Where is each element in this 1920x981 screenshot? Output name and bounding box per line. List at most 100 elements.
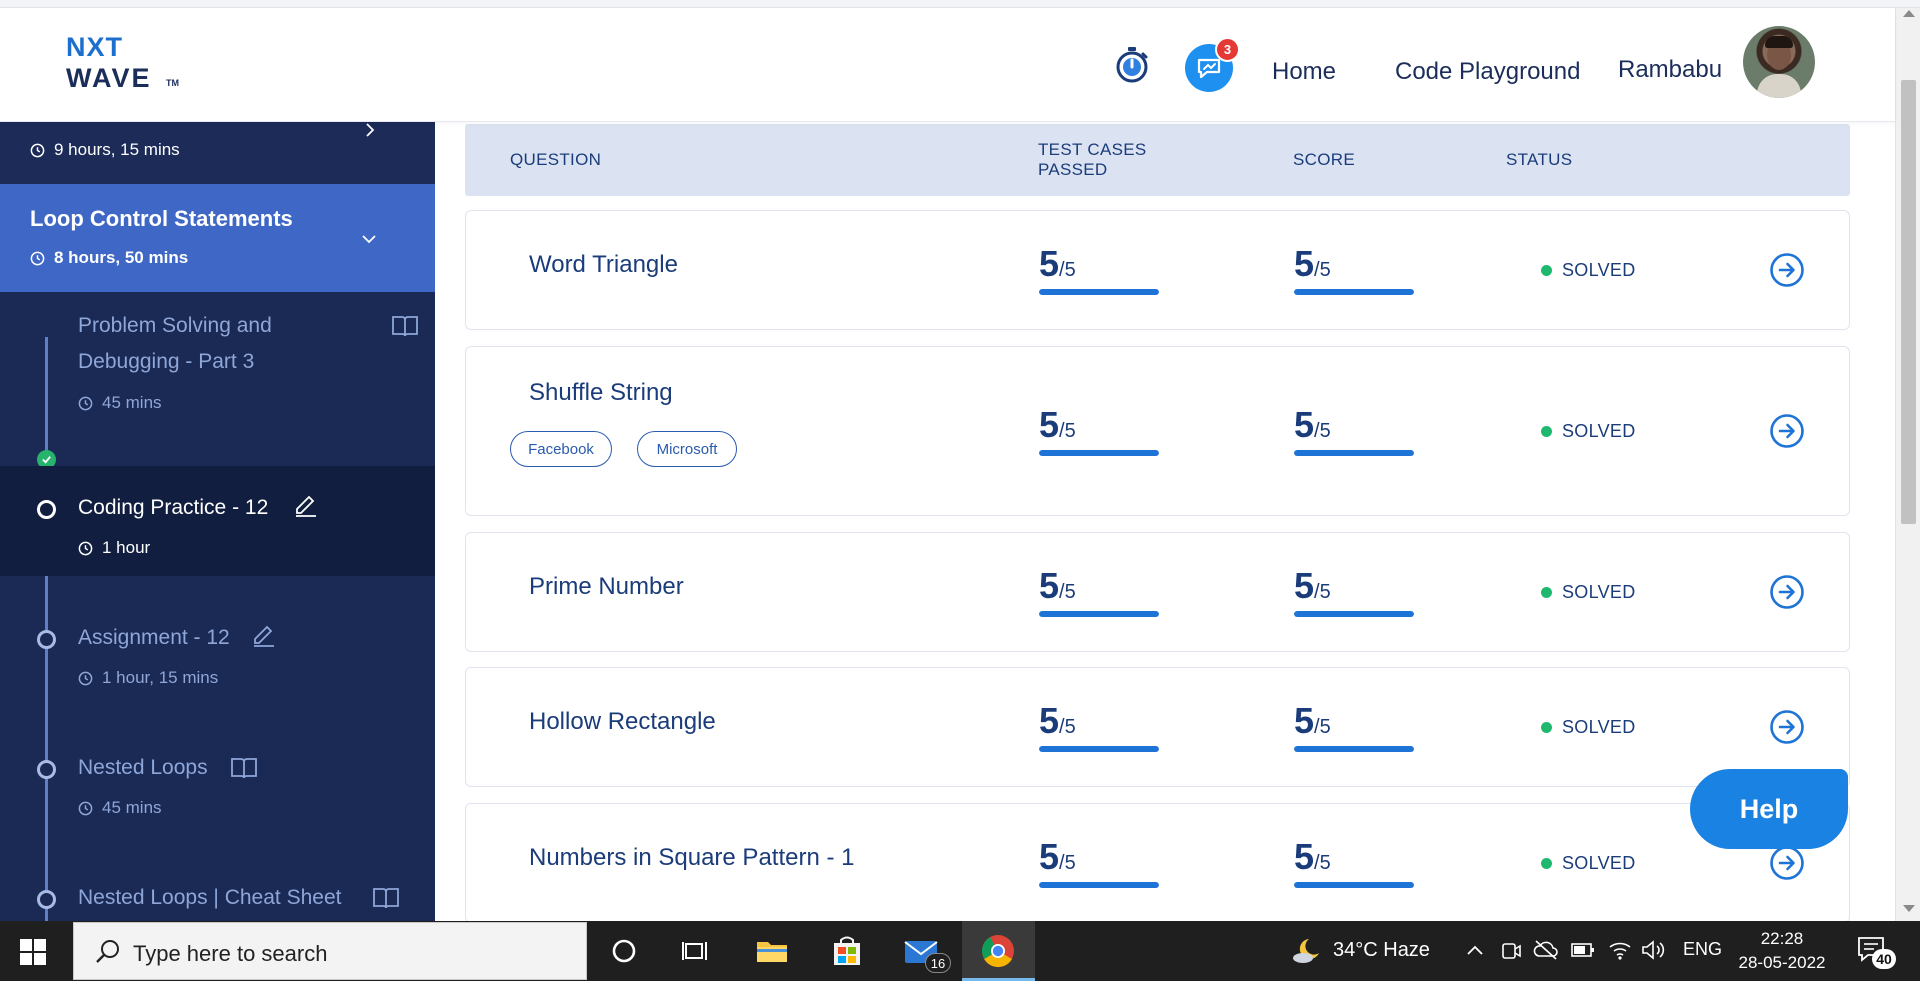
logo-trademark: TM bbox=[166, 78, 179, 88]
company-tag[interactable]: Facebook bbox=[510, 431, 612, 467]
company-tag[interactable]: Microsoft bbox=[637, 431, 737, 467]
stopwatch-icon[interactable] bbox=[1112, 45, 1152, 85]
question-title[interactable]: Prime Number bbox=[529, 573, 684, 601]
windows-start-icon[interactable] bbox=[20, 939, 46, 965]
user-name[interactable]: Rambabu bbox=[1618, 56, 1722, 84]
header-score: SCORE bbox=[1293, 150, 1355, 169]
questions-panel: QUESTION TEST CASES PASSED SCORE STATUS … bbox=[435, 122, 1895, 921]
sidebar-item-duration-text: 45 mins bbox=[102, 393, 162, 412]
microsoft-store-icon[interactable] bbox=[829, 933, 865, 969]
scroll-up-arrow[interactable] bbox=[1903, 10, 1915, 17]
sidebar-item-nested-loops-cheat-sheet[interactable]: Nested Loops | Cheat Sheet bbox=[0, 872, 435, 921]
volume-icon[interactable] bbox=[1640, 939, 1666, 961]
notification-count: 40 bbox=[1872, 949, 1896, 969]
chat-notifications-button[interactable]: 3 bbox=[1185, 37, 1240, 92]
taskbar-search-box[interactable]: Type here to search bbox=[73, 922, 587, 980]
clock-icon bbox=[78, 541, 93, 555]
wifi-icon[interactable] bbox=[1607, 939, 1633, 961]
nxtwave-logo[interactable]: NXT WAVE TM bbox=[66, 32, 186, 96]
open-question-arrow-icon[interactable] bbox=[1769, 574, 1805, 610]
app-window: NXT WAVE TM 3 Home Code Playground Ramba… bbox=[0, 0, 1920, 981]
taskbar-search-placeholder: Type here to search bbox=[133, 941, 328, 966]
open-question-arrow-icon[interactable] bbox=[1769, 413, 1805, 449]
question-title[interactable]: Hollow Rectangle bbox=[529, 708, 716, 736]
windows-taskbar: Type here to search 16 34°C Haze ENG 22:… bbox=[0, 921, 1920, 981]
sidebar-item-duration: 1 hour, 15 mins bbox=[78, 668, 218, 688]
scroll-thumb[interactable] bbox=[1901, 80, 1916, 524]
taskbar-weather[interactable]: 34°C Haze bbox=[1291, 935, 1430, 965]
open-question-arrow-icon[interactable] bbox=[1769, 845, 1805, 881]
score-progress-bar bbox=[1294, 882, 1414, 888]
test-cases-passed-value: 5 bbox=[1039, 565, 1060, 606]
onedrive-offline-icon[interactable] bbox=[1533, 939, 1559, 961]
open-question-arrow-icon[interactable] bbox=[1769, 252, 1805, 288]
status-badge: SOLVED bbox=[1541, 421, 1636, 442]
moon-cloud-icon bbox=[1293, 939, 1319, 963]
sidebar-item-duration-text: 1 hour bbox=[102, 538, 151, 557]
timeline-node-icon bbox=[37, 760, 56, 779]
score-progress-fill bbox=[1294, 746, 1414, 752]
sidebar-item-problem-solving[interactable]: Problem Solving and Debugging - Part 3 4… bbox=[0, 308, 435, 469]
clock-icon bbox=[30, 143, 45, 157]
question-row[interactable]: Hollow Rectangle 5/5 5/5 SOLVED bbox=[465, 667, 1850, 787]
score: 5/5 bbox=[1294, 836, 1414, 888]
sidebar-active-section[interactable]: Loop Control Statements 8 hours, 50 mins bbox=[0, 184, 435, 292]
file-explorer-icon[interactable] bbox=[754, 933, 790, 969]
question-title[interactable]: Numbers in Square Pattern - 1 bbox=[529, 844, 855, 872]
status-text: SOLVED bbox=[1562, 717, 1636, 737]
mail-app-icon[interactable]: 16 bbox=[903, 933, 951, 973]
notification-center-button[interactable]: 40 bbox=[1856, 935, 1896, 971]
sidebar-item-title: Coding Practice - 12 bbox=[78, 496, 269, 519]
user-avatar[interactable] bbox=[1743, 26, 1815, 98]
clock-icon bbox=[78, 801, 93, 815]
scroll-down-arrow[interactable] bbox=[1903, 905, 1915, 912]
status-text: SOLVED bbox=[1562, 582, 1636, 602]
chrome-taskbar-button[interactable] bbox=[962, 921, 1035, 981]
question-row[interactable]: Prime Number 5/5 5/5 SOLVED bbox=[465, 532, 1850, 652]
test-cases-passed-value: 5 bbox=[1039, 243, 1060, 284]
meet-now-icon[interactable] bbox=[1500, 939, 1522, 963]
cortana-icon[interactable] bbox=[606, 933, 642, 969]
question-title[interactable]: Word Triangle bbox=[529, 251, 678, 279]
header-test-cases-line1: TEST CASES bbox=[1038, 140, 1147, 159]
score: 5/5 bbox=[1294, 565, 1414, 617]
test-cases-passed-total: /5 bbox=[1059, 259, 1076, 281]
clock-icon bbox=[78, 671, 93, 685]
status-dot bbox=[1541, 858, 1552, 869]
sidebar-item-nested-loops[interactable]: Nested Loops 45 mins bbox=[0, 742, 435, 842]
score-progress-bar bbox=[1294, 746, 1414, 752]
score-total: /5 bbox=[1314, 716, 1331, 738]
sidebar-item-coding-practice-12[interactable]: Coding Practice - 12 1 hour bbox=[0, 466, 435, 576]
open-question-arrow-icon[interactable] bbox=[1769, 709, 1805, 745]
help-button[interactable]: Help bbox=[1690, 769, 1848, 849]
test-cases-passed-progress-fill bbox=[1039, 882, 1159, 888]
active-section-duration: 8 hours, 50 mins bbox=[30, 248, 188, 268]
chat-badge-count: 3 bbox=[1215, 37, 1240, 62]
sidebar-item-duration: 45 mins bbox=[78, 393, 162, 413]
sidebar-previous-section[interactable]: 9 hours, 15 mins bbox=[0, 122, 435, 184]
test-cases-passed-total: /5 bbox=[1059, 852, 1076, 874]
sidebar-item-duration: 45 mins bbox=[78, 798, 162, 818]
question-row[interactable]: Word Triangle 5/5 5/5 SOLVED bbox=[465, 210, 1850, 330]
search-icon bbox=[96, 940, 119, 963]
battery-icon[interactable] bbox=[1570, 941, 1596, 959]
header-status: STATUS bbox=[1506, 150, 1573, 169]
question-row[interactable]: Numbers in Square Pattern - 1 5/5 5/5 SOLVE… bbox=[465, 803, 1850, 921]
test-cases-passed-progress-fill bbox=[1039, 611, 1159, 617]
taskbar-clock[interactable]: 22:28 28-05-2022 bbox=[1737, 927, 1827, 975]
sidebar-item-duration-text: 45 mins bbox=[102, 798, 162, 817]
nav-home-link[interactable]: Home bbox=[1272, 58, 1336, 86]
chevron-up-icon[interactable] bbox=[1466, 943, 1484, 957]
input-language[interactable]: ENG bbox=[1683, 939, 1722, 960]
score-value: 5 bbox=[1294, 565, 1315, 606]
sidebar-item-assignment-12[interactable]: Assignment - 12 1 hour, 15 mins bbox=[0, 612, 435, 712]
score-total: /5 bbox=[1314, 259, 1331, 281]
active-section-title: Loop Control Statements bbox=[30, 206, 293, 231]
task-view-icon[interactable] bbox=[678, 933, 714, 969]
score: 5/5 bbox=[1294, 243, 1414, 295]
status-text: SOLVED bbox=[1562, 421, 1636, 441]
question-row[interactable]: Shuffle String 5/5 5/5 SOLVED Facebook Micros… bbox=[465, 346, 1850, 516]
page-scrollbar[interactable] bbox=[1895, 8, 1920, 921]
nav-code-playground-link[interactable]: Code Playground bbox=[1395, 58, 1580, 86]
question-title[interactable]: Shuffle String bbox=[529, 379, 673, 407]
